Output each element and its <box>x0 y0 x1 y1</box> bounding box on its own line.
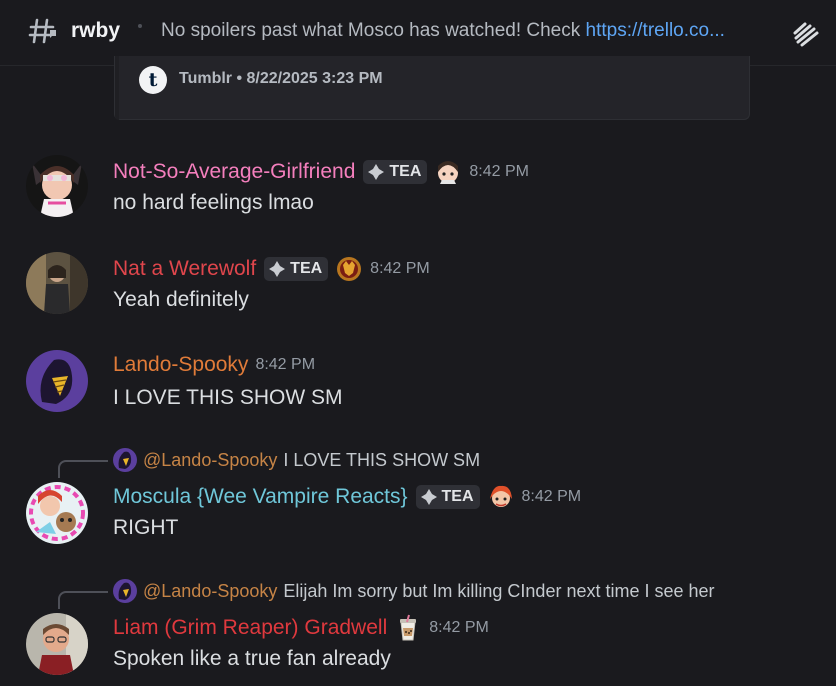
author-line: Lando-Spooky 8:42 PM <box>113 353 315 377</box>
reply-avatar <box>113 579 137 603</box>
tag-label: TEA <box>290 260 323 277</box>
author-line: Nat a Werewolf TEA 8:42 PM <box>113 255 430 283</box>
wolf-emblem-icon <box>337 257 362 281</box>
message-content: I LOVE THIS SHOW SM <box>113 386 343 409</box>
message-content: no hard feelings lmao <box>113 191 314 214</box>
anime-girl-emoji-icon <box>438 161 459 184</box>
author-name[interactable]: Liam (Grim Reaper) Gradwell <box>113 616 387 640</box>
topic-text: No spoilers past what Mosco has watched!… <box>161 20 586 41</box>
drink-cup-icon <box>400 614 417 641</box>
tumblr-icon: t <box>139 66 167 94</box>
author-name[interactable]: Not-So-Average-Girlfriend <box>113 160 355 184</box>
channel-name: rwby <box>71 19 121 42</box>
reply-preview[interactable]: @Lando-Spooky I LOVE THIS SHOW SM <box>113 448 480 472</box>
author-name[interactable]: Moscula {Wee Vampire Reacts} <box>113 485 408 509</box>
author-line: Liam (Grim Reaper) Gradwell 8:42 PM <box>113 614 489 642</box>
timestamp: 8:42 PM <box>370 260 430 277</box>
reply-text: Elijah Im sorry but Im killing CInder ne… <box>283 580 715 601</box>
tag-label: TEA <box>441 488 474 505</box>
timestamp: 8:42 PM <box>521 488 582 505</box>
avatar[interactable] <box>26 613 88 675</box>
reply-spine <box>58 591 108 609</box>
message-content: Yeah definitely <box>113 288 249 311</box>
reply-avatar <box>113 448 137 472</box>
reply-preview[interactable]: @Lando-Spooky Elijah Im sorry but Im kil… <box>113 579 715 603</box>
timestamp: 8:42 PM <box>255 356 316 373</box>
author-line: Moscula {Wee Vampire Reacts} TEA 8:42 PM <box>113 483 581 511</box>
tag-label: TEA <box>389 163 422 180</box>
threads-icon[interactable] <box>790 17 822 49</box>
server-tag[interactable]: TEA <box>363 160 428 184</box>
timestamp: 8:42 PM <box>469 163 529 180</box>
redhead-emoji-icon <box>489 485 512 507</box>
avatar[interactable] <box>26 155 88 217</box>
diamond-tag-icon <box>269 261 286 277</box>
reply-author[interactable]: @Lando-Spooky <box>143 581 277 602</box>
message-content: RIGHT <box>113 516 179 539</box>
reply-spine <box>58 460 108 478</box>
reply-author[interactable]: @Lando-Spooky <box>143 450 277 471</box>
embed-footer: Tumblr • 8/22/2025 3:23 PM <box>179 70 383 87</box>
avatar[interactable] <box>26 482 88 544</box>
timestamp: 8:42 PM <box>429 619 489 636</box>
diamond-tag-icon <box>420 489 437 505</box>
author-line: Not-So-Average-Girlfriend TEA 8:42 PM <box>113 158 529 186</box>
server-tag[interactable]: TEA <box>264 257 329 281</box>
avatar[interactable] <box>26 252 88 314</box>
author-name[interactable]: Nat a Werewolf <box>113 257 256 281</box>
channel-topic[interactable]: No spoilers past what Mosco has watched!… <box>161 20 773 42</box>
author-name[interactable]: Lando-Spooky <box>113 353 248 377</box>
server-tag[interactable]: TEA <box>415 485 480 509</box>
hash-threads-icon <box>28 18 56 44</box>
link-embed[interactable]: t Tumblr • 8/22/2025 3:23 PM <box>114 56 750 120</box>
topic-link[interactable]: https://trello.co... <box>586 20 725 41</box>
avatar[interactable] <box>26 350 88 412</box>
reply-text: I LOVE THIS SHOW SM <box>283 449 481 470</box>
message-content: Spoken like a true fan already <box>113 647 391 670</box>
diamond-tag-icon <box>368 164 385 180</box>
topic-divider <box>138 24 142 28</box>
embed-accent-bar <box>115 56 119 120</box>
